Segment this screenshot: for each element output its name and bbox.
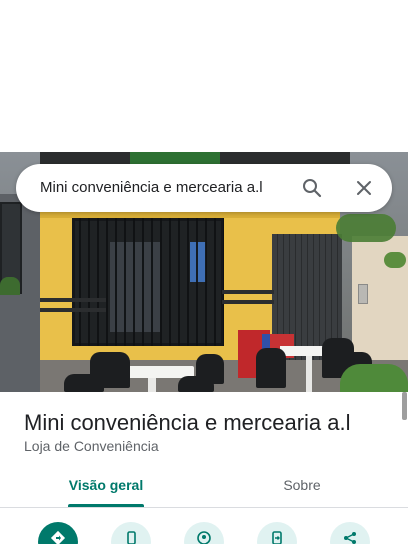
location-save-icon [197,531,211,544]
send-to-phone-icon [272,531,282,544]
search-icon[interactable] [300,176,324,200]
directions-button[interactable] [38,522,78,544]
directions-icon [50,530,66,544]
tab-selected-indicator [68,504,144,507]
electric-meter [358,284,368,304]
plastic-chair [196,354,224,384]
send-to-phone-button[interactable] [257,522,297,544]
scrollbar[interactable] [402,392,407,420]
plastic-chair [64,374,104,392]
search-bar[interactable]: Mini conveniência e mercearia a.l [16,164,392,212]
tab-about[interactable]: Sobre [232,468,372,508]
grass [340,364,408,392]
vine [336,214,396,242]
grate-bars [72,218,224,346]
table-leg [306,356,312,392]
left-plant [0,277,20,295]
share-button[interactable] [330,522,370,544]
wall-stripe [222,290,274,294]
wall-stripe [40,308,106,312]
wall-stripe [222,300,274,304]
table-leg [148,378,156,392]
phone-icon [127,531,136,544]
place-title: Mini conveniência e mercearia a.l [24,410,351,435]
wall-stripe [40,298,106,302]
tab-overview[interactable]: Visão geral [36,468,176,508]
place-category[interactable]: Loja de Conveniência [24,438,159,454]
search-input[interactable]: Mini conveniência e mercearia a.l [40,179,263,196]
plastic-chair [256,348,286,388]
save-button[interactable] [184,522,224,544]
tab-bar: Visão geral Sobre [0,468,408,508]
share-icon [344,532,356,544]
vine [384,252,406,268]
call-button[interactable] [111,522,151,544]
close-icon[interactable] [352,176,376,200]
